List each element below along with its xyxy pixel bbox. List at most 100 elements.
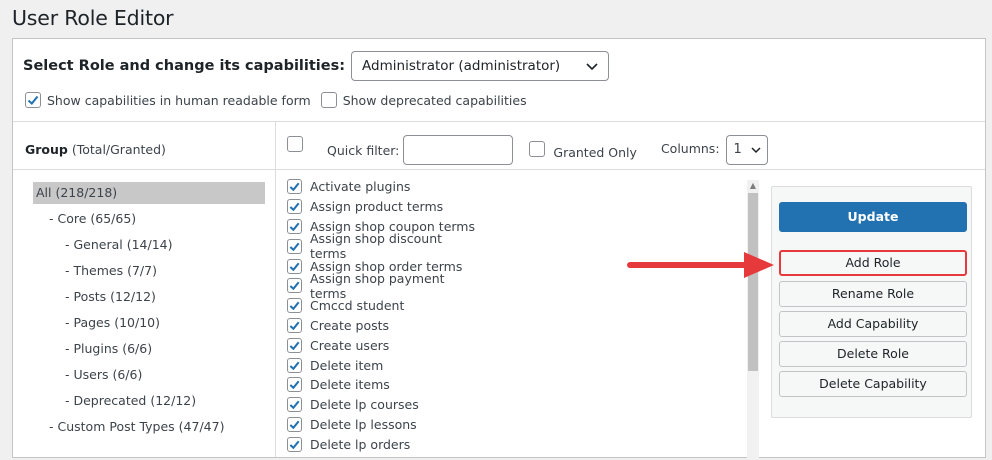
divider [13, 169, 985, 170]
human-readable-label: Show capabilities in human readable form [47, 92, 311, 108]
capability-checkbox[interactable] [287, 298, 302, 314]
capability-scrollbar[interactable]: ▲ [747, 180, 759, 460]
chevron-down-icon [751, 147, 761, 154]
group-header: Group (Total/Granted) [25, 142, 166, 157]
group-item-core[interactable]: - Core (65/65) [33, 208, 265, 234]
group-item-themes[interactable]: - Themes (7/7) [33, 260, 265, 286]
group-item-users[interactable]: - Users (6/6) [33, 364, 265, 390]
capability-checkbox[interactable] [287, 278, 302, 294]
capability-checkbox[interactable] [287, 238, 302, 254]
checkmark-icon [289, 202, 300, 212]
columns-select-value: 1 [733, 142, 742, 157]
capability-item[interactable]: Activate plugins [287, 177, 477, 197]
capability-item[interactable]: Delete lp orders [287, 434, 477, 454]
role-select[interactable]: Administrator (administrator) [351, 51, 610, 81]
deprecated-label: Show deprecated capabilities [342, 92, 527, 108]
capability-item[interactable]: Delete lp lessons [287, 415, 477, 435]
group-item-label: - Pages (10/10) [65, 315, 161, 330]
quick-filter-input[interactable] [403, 135, 514, 165]
capability-checkbox[interactable] [287, 179, 302, 195]
granted-only-checkbox[interactable] [529, 141, 546, 157]
group-item-label: - Users (6/6) [65, 367, 143, 382]
capability-checkbox[interactable] [287, 357, 302, 373]
delete-role-button[interactable]: Delete Role [779, 341, 967, 367]
capability-checkbox[interactable] [287, 416, 302, 432]
columns-label: Columns: [660, 140, 720, 156]
capability-item[interactable]: Assign shop discount terms [287, 231, 477, 261]
capability-label: Delete items [310, 377, 390, 393]
checkmark-icon [27, 95, 39, 105]
display-options: Show capabilities in human readable form… [25, 92, 527, 108]
capability-checkbox[interactable] [287, 199, 302, 215]
checkmark-icon [289, 361, 300, 370]
capability-label: Create posts [310, 317, 390, 333]
group-item-label: - Plugins (6/6) [65, 341, 153, 356]
group-item-all[interactable]: All (218/218) [33, 182, 265, 208]
group-item-general[interactable]: - General (14/14) [33, 234, 265, 260]
group-item-label: - Core (65/65) [49, 211, 137, 226]
filter-row: Quick filter: Granted Only Columns: 1 [287, 135, 768, 165]
scroll-up-arrow-icon[interactable]: ▲ [747, 180, 759, 192]
delete-capability-button[interactable]: Delete Capability [779, 371, 967, 397]
capability-label: Activate plugins [310, 179, 411, 195]
deprecated-checkbox[interactable] [320, 92, 337, 108]
capability-checkbox[interactable] [287, 317, 302, 333]
group-item-custom-post-types[interactable]: - Custom Post Types (47/47) [33, 416, 265, 442]
capability-item[interactable]: Assign shop payment terms [287, 271, 477, 301]
capability-item[interactable]: Create posts [287, 316, 477, 336]
group-header-subtitle: (Total/Granted) [71, 142, 166, 157]
add-role-button[interactable]: Add Role [779, 250, 967, 276]
capability-item[interactable]: Create users [287, 335, 477, 355]
capability-checkbox[interactable] [287, 258, 302, 274]
capability-checkbox[interactable] [287, 397, 302, 413]
role-select-label: Select Role and change its capabilities: [23, 58, 346, 74]
capability-item[interactable]: Delete lp courses [287, 395, 477, 415]
add-capability-button[interactable]: Add Capability [779, 311, 967, 337]
group-item-label: - Custom Post Types (47/47) [49, 419, 225, 434]
select-all-checkbox[interactable] [287, 136, 303, 152]
capability-label: Cmccd student [310, 298, 405, 314]
group-item-label: - Posts (12/12) [65, 289, 156, 304]
capability-checkbox[interactable] [287, 218, 302, 234]
actions-panel: Update Add Role Rename Role Add Capabili… [771, 186, 972, 418]
checkmark-icon [289, 440, 300, 449]
page-title: User Role Editor [12, 6, 174, 30]
checkmark-icon [289, 301, 300, 311]
quick-filter-label: Quick filter: [327, 142, 400, 158]
checkmark-icon [289, 321, 300, 331]
checkmark-icon [289, 262, 300, 271]
capability-label: Delete item [310, 357, 384, 373]
capability-item[interactable]: Delete items [287, 375, 477, 395]
capability-label: Assign shop payment terms [310, 270, 445, 301]
capability-item[interactable]: Delete item [287, 355, 477, 375]
granted-only-label: Granted Only [553, 144, 637, 160]
group-item-posts[interactable]: - Posts (12/12) [33, 286, 265, 312]
column-divider [275, 121, 276, 457]
columns-select[interactable]: 1 [725, 135, 768, 165]
group-item-label: - Themes (7/7) [65, 263, 157, 278]
group-item-label: - Deprecated (12/12) [65, 393, 197, 408]
scroll-thumb[interactable] [748, 193, 758, 371]
checkmark-icon [289, 182, 300, 192]
editor-panel: Select Role and change its capabilities:… [12, 38, 986, 460]
group-item-plugins[interactable]: - Plugins (6/6) [33, 338, 265, 364]
capability-list: Activate plugins Assign product terms Assi… [287, 177, 477, 454]
group-list: All (218/218) - Core (65/65) - General (… [33, 182, 265, 442]
checkmark-icon [289, 281, 300, 291]
group-item-label: - General (14/14) [65, 237, 173, 252]
capability-item[interactable]: Assign product terms [287, 197, 477, 217]
capability-checkbox[interactable] [287, 337, 302, 353]
checkmark-icon [289, 341, 300, 350]
update-button[interactable]: Update [779, 202, 967, 232]
group-item-deprecated[interactable]: - Deprecated (12/12) [33, 390, 265, 416]
capability-checkbox[interactable] [287, 377, 302, 393]
checkmark-icon [289, 380, 300, 390]
capability-label: Create users [310, 337, 390, 353]
checkmark-icon [289, 420, 300, 430]
rename-role-button[interactable]: Rename Role [779, 281, 967, 307]
pointer-arrow-icon [627, 252, 774, 278]
chevron-down-icon [586, 63, 598, 71]
group-item-pages[interactable]: - Pages (10/10) [33, 312, 265, 338]
checkmark-icon [289, 222, 300, 232]
human-readable-checkbox[interactable] [25, 92, 41, 108]
